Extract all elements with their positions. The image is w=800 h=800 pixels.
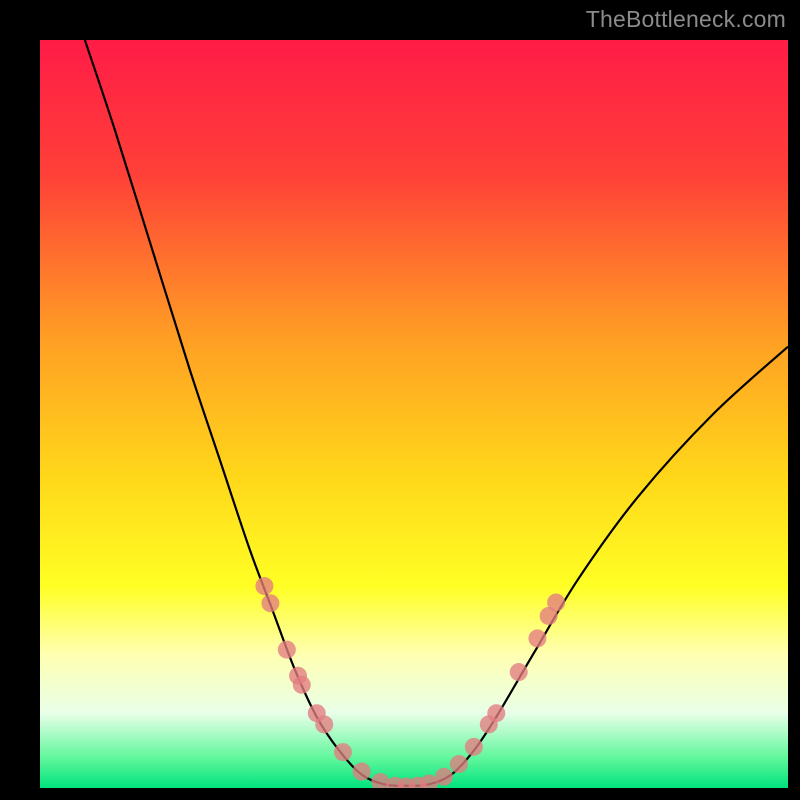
curve-dot <box>278 641 296 659</box>
watermark-text: TheBottleneck.com <box>586 6 786 33</box>
curve-dot <box>261 594 279 612</box>
curve-dots <box>255 577 565 788</box>
curve-dot <box>547 594 565 612</box>
curve-dot <box>528 629 546 647</box>
curve-dot <box>353 763 371 781</box>
curve-dot <box>510 663 528 681</box>
bottleneck-curve <box>85 40 788 786</box>
curve-dot <box>293 676 311 694</box>
plot-area <box>40 40 788 788</box>
chart-svg <box>40 40 788 788</box>
curve-dot <box>435 768 453 786</box>
curve-dot <box>465 738 483 756</box>
curve-dot <box>315 715 333 733</box>
curve-dot <box>487 704 505 722</box>
curve-dot <box>450 755 468 773</box>
curve-dot <box>255 577 273 595</box>
chart-frame: TheBottleneck.com <box>0 0 800 800</box>
curve-dot <box>334 743 352 761</box>
